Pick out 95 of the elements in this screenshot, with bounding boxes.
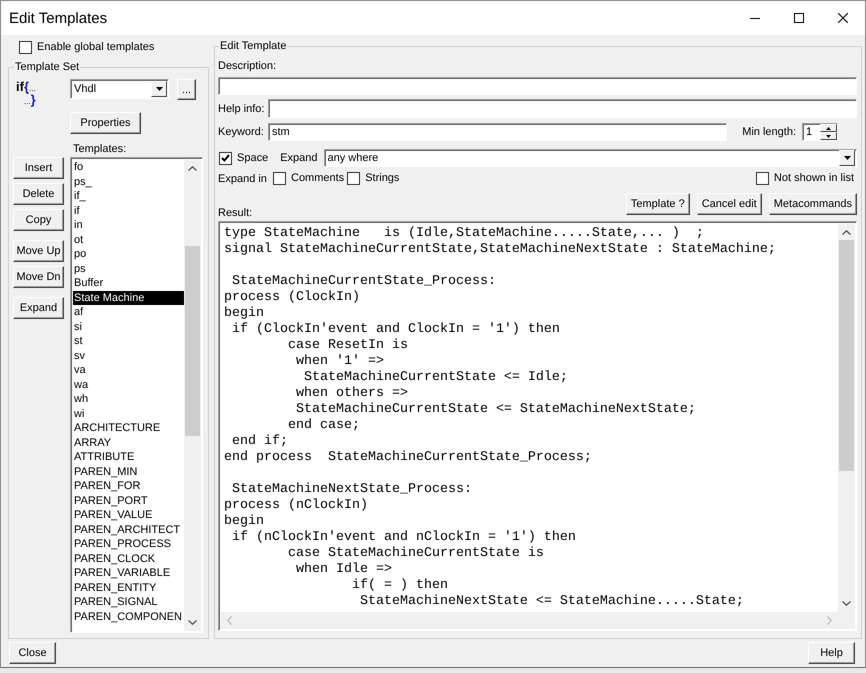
help-info-field[interactable] [268, 99, 857, 118]
template-list-item[interactable]: ot [73, 232, 184, 247]
action-button[interactable]: Insert [13, 157, 64, 179]
description-label: Description: [218, 59, 278, 73]
min-length-spinner[interactable]: 1 [802, 123, 838, 141]
caret-down-icon [156, 87, 162, 91]
template-list-item[interactable]: ps [73, 262, 184, 276]
checkbox[interactable] [347, 172, 360, 185]
action-button[interactable]: Copy [13, 209, 64, 231]
spin-up-button[interactable] [820, 124, 837, 132]
result-label: Result: [218, 206, 252, 220]
template-list-item[interactable]: if_ [73, 189, 184, 204]
scrollbar-thumb[interactable] [185, 246, 200, 436]
checkbox[interactable] [19, 41, 32, 54]
properties-button[interactable]: Properties [70, 112, 141, 134]
close-icon[interactable] [838, 13, 848, 23]
template-list-item[interactable]: if [73, 204, 184, 218]
group-title: Template Set [14, 61, 80, 74]
help-button[interactable]: Help [808, 642, 855, 664]
caret-down-icon [826, 134, 831, 138]
template-list-item[interactable]: PAREN_SIGNAL [73, 595, 184, 610]
template-list-item[interactable]: ps_ [73, 174, 184, 189]
action-button[interactable]: Expand [13, 297, 64, 319]
action-button[interactable]: Move Dn [13, 266, 64, 288]
template-list-item[interactable]: sv [73, 348, 184, 363]
template-list-item[interactable]: PAREN_PROCESS [73, 537, 184, 552]
templates-listbox[interactable] [70, 157, 203, 633]
template-list-item[interactable]: po [73, 247, 184, 262]
checkbox[interactable] [273, 172, 286, 185]
template-list-item[interactable]: af [73, 305, 184, 320]
template-list-item[interactable]: ARCHITECTURE [73, 421, 184, 436]
checkbox[interactable] [219, 152, 232, 164]
template-list-item[interactable]: PAREN_ENTITY [73, 580, 184, 595]
checkbox-label: Comments [291, 172, 344, 185]
template-list-item[interactable]: PAREN_VARIABLE [73, 566, 184, 580]
checkmark-icon [221, 154, 230, 162]
template-list-item[interactable]: in [73, 218, 184, 232]
action-button[interactable]: Move Up [13, 240, 64, 262]
language-dropdown[interactable]: Vhdl [70, 79, 169, 99]
result-field[interactable] [218, 221, 857, 631]
action-button[interactable]: Metacommands [768, 193, 857, 215]
scroll-down-icon[interactable] [842, 601, 851, 606]
scroll-up-icon[interactable] [842, 230, 851, 235]
close-button[interactable]: Close [9, 642, 56, 664]
template-list-item[interactable]: PAREN_PORT [73, 494, 184, 508]
browse-button[interactable]: ... [177, 79, 196, 100]
template-list-item[interactable]: fo [73, 160, 184, 174]
caret-down-icon [844, 156, 850, 160]
code-text: type StateMachine is (Idle,StateMachine.....State,... ) ; signal StateMachineCurrentState,StateMachineNextState : StateMachine; StateMachineCurrentState_Process: process (ClockIn) begin if (ClockIn'event and ClockIn = '1') then case ResetIn is when '1' => StateMachineCurrentState <= Idle; when others => StateMachineCurrentState <= StateMachineNextState; end case; end if; end process StateMachineCurrentState_Process; StateMachineNextState_Process: process (nClockIn) begin if (nClockIn'event and nClockIn = '1') then case StateMachineCurrentState is when Idle => if( = ) then StateMachineNextState <= StateMachine.....State; [223, 225, 777, 611]
template-list-item[interactable]: va [73, 363, 184, 378]
expand-label: Expand [280, 151, 318, 165]
template-list-item[interactable]: si [73, 320, 184, 334]
scrollbar-thumb[interactable] [839, 240, 854, 471]
keyword-label: Keyword: [218, 125, 265, 139]
scroll-down-icon[interactable] [188, 620, 197, 625]
dropdown-button[interactable] [839, 150, 855, 166]
action-button[interactable]: Cancel edit [696, 193, 762, 215]
templates-label: Templates: [73, 143, 126, 155]
scroll-up-icon[interactable] [188, 166, 197, 171]
template-list-item[interactable]: Buffer [73, 276, 184, 290]
window-title: Edit Templates [9, 10, 108, 26]
action-button[interactable]: Delete [13, 183, 64, 205]
template-list-item[interactable]: ARRAY [73, 436, 184, 450]
template-list-item[interactable]: wi [73, 406, 184, 421]
scrollbar[interactable] [184, 160, 201, 631]
template-list-item[interactable]: wh [73, 392, 184, 406]
keyword-field[interactable]: stm [268, 123, 728, 141]
template-list-item[interactable]: State Machine [73, 290, 184, 305]
template-list-item[interactable]: PAREN_FOR [73, 479, 184, 494]
template-list-item[interactable]: PAREN_MIN [73, 464, 184, 479]
help-info-label: Help info: [218, 102, 266, 116]
template-list-item[interactable]: PAREN_CLOCK [73, 552, 184, 566]
checkbox-label: Enable global templates [37, 41, 154, 54]
template-list-item[interactable]: ATTRIBUTE [73, 450, 184, 464]
scrollbar[interactable] [838, 224, 855, 612]
template-list-item[interactable]: PAREN_COMPONEN [73, 610, 184, 624]
checkbox[interactable] [756, 172, 769, 185]
spin-down-button[interactable] [820, 132, 837, 140]
checkbox-label: Not shown in list [774, 172, 854, 185]
checkbox-label: Strings [365, 172, 400, 185]
expand-in-label: Expand in [218, 172, 268, 186]
template-list-item[interactable]: st [73, 334, 184, 348]
checkbox-label: Space [237, 152, 268, 164]
template-list-item[interactable]: PAREN_VALUE [73, 508, 184, 522]
maximize-icon[interactable] [794, 13, 804, 23]
caret-up-icon [826, 126, 831, 130]
template-list-item[interactable]: PAREN_ARCHITECT [73, 522, 184, 537]
action-button[interactable]: Template ? [626, 193, 690, 215]
template-logo: if{... ...} [15, 81, 37, 107]
dropdown-button[interactable] [151, 81, 167, 97]
template-list-item[interactable]: wa [73, 378, 184, 392]
expand-dropdown[interactable]: any where [324, 149, 857, 167]
group-title: Edit Template [219, 40, 288, 53]
description-field[interactable] [218, 77, 857, 95]
min-length-label: Min length: [742, 125, 796, 139]
